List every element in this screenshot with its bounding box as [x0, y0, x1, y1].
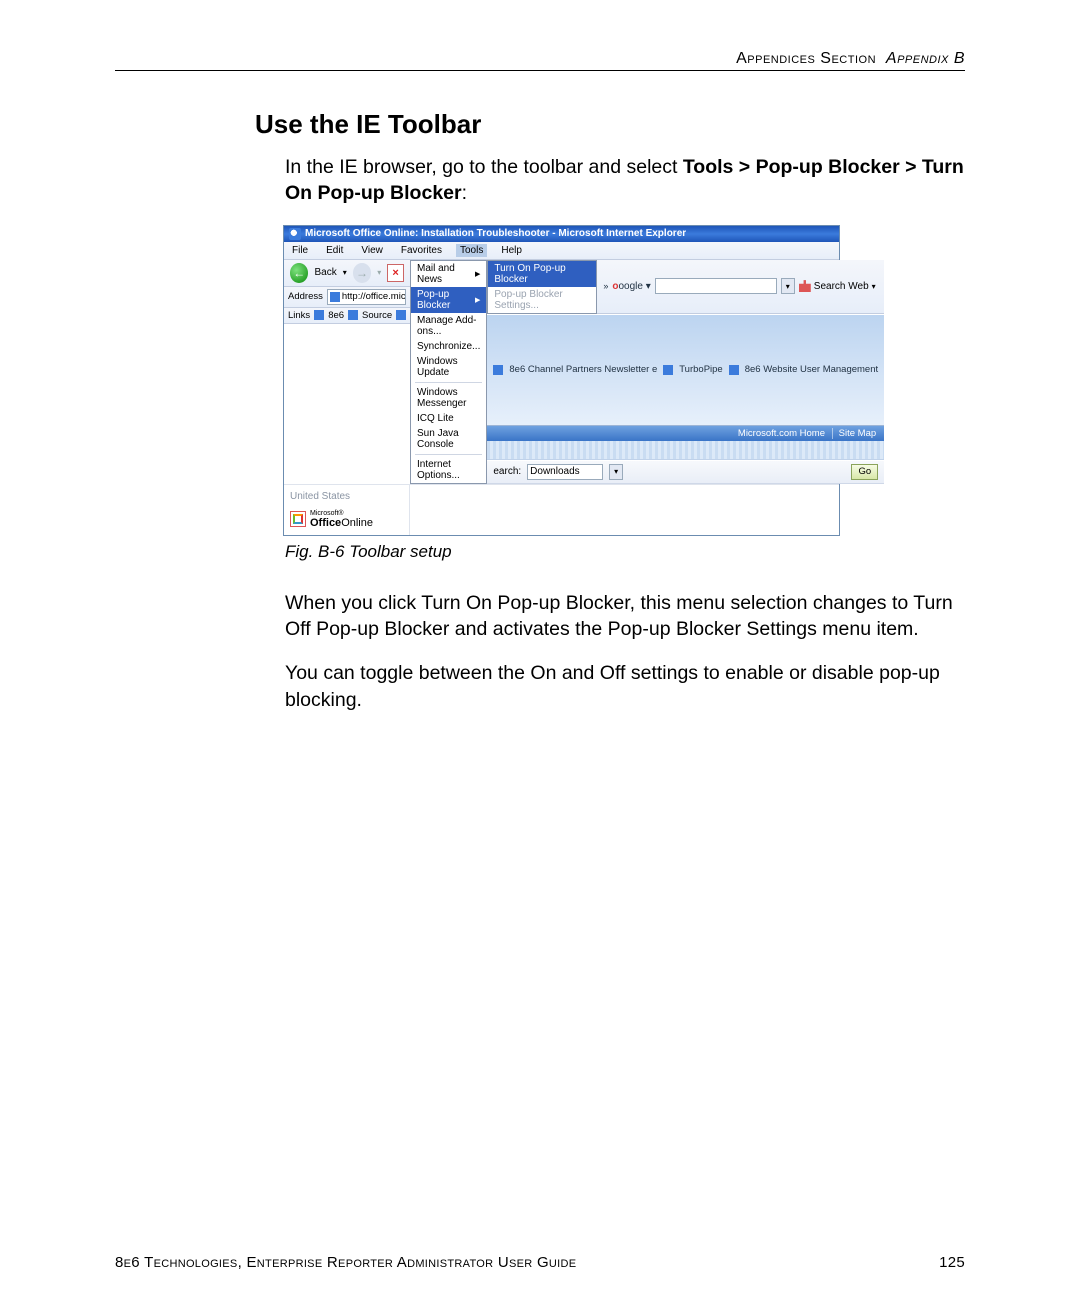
tools-icq-lite[interactable]: ICQ Lite — [411, 411, 486, 426]
search-web-button[interactable]: Search Web ▾ — [799, 280, 876, 292]
menu-edit[interactable]: Edit — [322, 244, 347, 257]
address-bar-row: Address http://office.microso — [284, 287, 410, 308]
back-button[interactable]: ← — [290, 263, 308, 283]
microsoft-label: Microsoft® — [310, 510, 373, 517]
link-source[interactable]: Source — [362, 310, 392, 321]
google-label: ooogle ▾ — [612, 281, 650, 292]
google-toolbar: » ooogle ▾ ▾ Search Web ▾ — [597, 260, 884, 314]
bluebar-link-newsletter[interactable]: 8e6 Channel Partners Newsletter e — [509, 364, 657, 375]
fwd-dropdown-icon: ▾ — [377, 268, 381, 277]
google-combo-arrow-icon[interactable]: ▾ — [781, 278, 795, 294]
ie-window-title: Microsoft Office Online: Installation Tr… — [305, 228, 686, 239]
ie-nav-toolbar: ← Back ▾ → ▾ × — [284, 260, 410, 287]
submenu-popup-blocker-settings: Pop-up Blocker Settings... — [488, 287, 596, 313]
menu-file[interactable]: File — [288, 244, 312, 257]
links-bar: Links 8e6 Source — [284, 308, 410, 324]
intro-post: : — [462, 182, 467, 204]
links-label: Links — [288, 310, 310, 321]
footer-page-number: 125 — [939, 1254, 965, 1271]
online-label: Online — [341, 517, 373, 529]
wave-graphic — [487, 441, 884, 460]
tools-manage-addons[interactable]: Manage Add-ons... — [411, 313, 486, 339]
address-value: http://office.microso — [342, 291, 406, 302]
bluebar-icon-1 — [493, 365, 503, 375]
search-label: earch: — [493, 466, 521, 477]
forward-button[interactable]: → — [353, 263, 371, 283]
tools-separator-2 — [415, 454, 482, 455]
tools-separator-1 — [415, 382, 482, 383]
ie-titlebar: Microsoft Office Online: Installation Tr… — [284, 226, 839, 242]
intro-paragraph: In the IE browser, go to the toolbar and… — [285, 154, 965, 207]
ie-icon — [289, 228, 301, 240]
tools-mail-news[interactable]: Mail and News — [411, 261, 486, 287]
ie-right-area: Turn On Pop-up Blocker Pop-up Blocker Se… — [487, 260, 884, 484]
link-8e6[interactable]: 8e6 — [328, 310, 344, 321]
office-logo-icon — [290, 511, 306, 527]
country-label: United States — [290, 491, 403, 502]
tools-internet-options[interactable]: Internet Options... — [411, 457, 486, 483]
back-label: Back — [314, 267, 336, 278]
bluebar-icon-2 — [663, 365, 673, 375]
menu-tools[interactable]: Tools — [456, 244, 487, 257]
address-input[interactable]: http://office.microso — [327, 289, 406, 305]
address-favicon-icon — [330, 292, 340, 302]
go-button[interactable]: Go — [851, 464, 878, 480]
link-icon-1 — [314, 310, 324, 320]
tools-windows-messenger[interactable]: Windows Messenger — [411, 385, 486, 411]
tools-dropdown: Mail and News Pop-up Blocker Manage Add-… — [410, 260, 487, 484]
header-appendix: Appendix B — [886, 50, 965, 67]
page-header: Appendices Section Appendix B — [115, 50, 965, 70]
ie-left-toolbars: ← Back ▾ → ▾ × Address http://office.mic… — [284, 260, 410, 484]
back-dropdown-icon[interactable]: ▾ — [343, 268, 347, 277]
search-scope-combo[interactable]: Downloads — [527, 464, 603, 480]
paragraph-2: When you click Turn On Pop-up Blocker, t… — [285, 590, 965, 643]
ie-window: Microsoft Office Online: Installation Tr… — [283, 225, 840, 536]
google-search-input[interactable] — [655, 278, 777, 294]
figure-ie-toolbar: Microsoft Office Online: Installation Tr… — [283, 225, 965, 536]
tools-sun-java[interactable]: Sun Java Console — [411, 426, 486, 452]
bluebar-icon-3 — [729, 365, 739, 375]
ie-menubar: File Edit View Favorites Tools Help — [284, 242, 839, 260]
binoculars-icon — [799, 280, 811, 292]
tools-windows-update[interactable]: Windows Update — [411, 354, 486, 380]
ms-home-bar: Microsoft.com Home Site Map — [487, 426, 884, 441]
office-label: Office — [310, 517, 341, 529]
link-icon-2 — [348, 310, 358, 320]
section-title: Use the IE Toolbar — [255, 109, 965, 140]
popup-blocker-submenu: Turn On Pop-up Blocker Pop-up Blocker Se… — [487, 260, 597, 314]
stop-button[interactable]: × — [387, 264, 404, 282]
menu-help[interactable]: Help — [497, 244, 526, 257]
header-section: Appendices Section — [736, 50, 876, 67]
paragraph-3: You can toggle between the On and Off se… — [285, 660, 965, 713]
office-search-row: earch: Downloads ▾ Go — [487, 460, 884, 484]
search-scope-arrow-icon[interactable]: ▾ — [609, 464, 623, 480]
links-bluebar: 8e6 Channel Partners Newsletter e TurboP… — [487, 314, 884, 426]
link-icon-3 — [396, 310, 406, 320]
header-rule — [115, 70, 965, 71]
submenu-turn-on-popup-blocker[interactable]: Turn On Pop-up Blocker — [488, 261, 596, 287]
figure-caption: Fig. B-6 Toolbar setup — [285, 542, 965, 562]
chevron-icon[interactable]: » — [603, 281, 608, 291]
menu-favorites[interactable]: Favorites — [397, 244, 446, 257]
office-online-logo: Microsoft® OfficeOnline — [290, 510, 403, 529]
menu-view[interactable]: View — [357, 244, 387, 257]
tools-synchronize[interactable]: Synchronize... — [411, 339, 486, 354]
bluebar-link-turbopipe[interactable]: TurboPipe — [679, 364, 722, 375]
footer-text: 8e6 Technologies, Enterprise Reporter Ad… — [115, 1254, 576, 1271]
bluebar-link-usermgmt[interactable]: 8e6 Website User Management — [745, 364, 878, 375]
ms-sitemap-link[interactable]: Site Map — [832, 428, 877, 439]
document-page: Appendices Section Appendix B Use the IE… — [0, 0, 1080, 1311]
office-left-pane: United States Microsoft® OfficeOnline — [284, 485, 410, 535]
ms-home-link[interactable]: Microsoft.com Home — [738, 428, 825, 439]
tools-popup-blocker[interactable]: Pop-up Blocker — [411, 287, 486, 313]
intro-pre: In the IE browser, go to the toolbar and… — [285, 156, 683, 178]
address-label: Address — [288, 291, 323, 302]
page-footer: 8e6 Technologies, Enterprise Reporter Ad… — [115, 1254, 965, 1271]
